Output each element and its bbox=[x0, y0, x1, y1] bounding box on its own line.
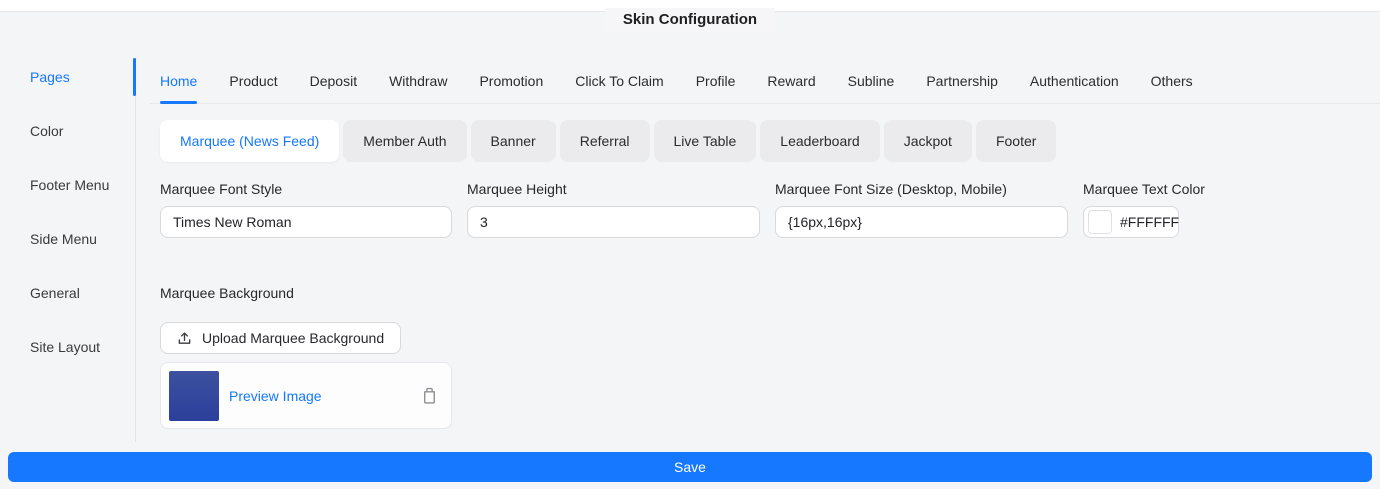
sidebar-item-general[interactable]: General bbox=[0, 266, 135, 320]
upload-icon bbox=[177, 331, 192, 346]
tab-profile[interactable]: Profile bbox=[696, 58, 736, 103]
preview-image-link[interactable]: Preview Image bbox=[229, 388, 322, 404]
tab-others[interactable]: Others bbox=[1151, 58, 1193, 103]
subtab-leaderboard[interactable]: Leaderboard bbox=[760, 120, 879, 162]
tab-partnership[interactable]: Partnership bbox=[926, 58, 998, 103]
upload-marquee-background-button[interactable]: Upload Marquee Background bbox=[160, 322, 401, 354]
marquee-height-input[interactable] bbox=[467, 206, 760, 238]
marquee-text-color-label: Marquee Text Color bbox=[1083, 180, 1205, 198]
marquee-background-section: Marquee Background Upload Marquee Backgr… bbox=[160, 284, 1380, 429]
tab-product[interactable]: Product bbox=[229, 58, 277, 103]
marquee-font-style-field: Marquee Font Style bbox=[160, 180, 452, 238]
marquee-font-style-label: Marquee Font Style bbox=[160, 180, 452, 198]
sidebar: Pages Color Footer Menu Side Menu Genera… bbox=[0, 50, 135, 374]
marquee-font-style-input[interactable] bbox=[160, 206, 452, 238]
main-content: Home Product Deposit Withdraw Promotion … bbox=[150, 58, 1380, 429]
tab-click-to-claim[interactable]: Click To Claim bbox=[575, 58, 663, 103]
sidebar-item-label: Footer Menu bbox=[30, 177, 109, 193]
trash-icon[interactable] bbox=[422, 387, 437, 404]
tab-promotion[interactable]: Promotion bbox=[479, 58, 543, 103]
marquee-text-color-field: Marquee Text Color #FFFFFF bbox=[1083, 180, 1205, 238]
tab-subline[interactable]: Subline bbox=[848, 58, 895, 103]
subtab-marquee-news-feed[interactable]: Marquee (News Feed) bbox=[160, 120, 339, 162]
subtab-jackpot[interactable]: Jackpot bbox=[884, 120, 972, 162]
sidebar-item-label: Color bbox=[30, 123, 63, 139]
subtab-banner[interactable]: Banner bbox=[471, 120, 556, 162]
sidebar-item-color[interactable]: Color bbox=[0, 104, 135, 158]
page-title: Skin Configuration bbox=[605, 8, 775, 32]
marquee-background-label: Marquee Background bbox=[160, 284, 1380, 302]
marquee-font-size-field: Marquee Font Size (Desktop, Mobile) bbox=[775, 180, 1068, 238]
sidebar-item-site-layout[interactable]: Site Layout bbox=[0, 320, 135, 374]
tab-withdraw[interactable]: Withdraw bbox=[389, 58, 447, 103]
subtab-footer[interactable]: Footer bbox=[976, 120, 1056, 162]
marquee-height-field: Marquee Height bbox=[467, 180, 760, 238]
sidebar-item-label: Site Layout bbox=[30, 339, 100, 355]
marquee-settings-row: Marquee Font Style Marquee Height Marque… bbox=[160, 180, 1380, 238]
tab-reward[interactable]: Reward bbox=[767, 58, 815, 103]
marquee-font-size-input[interactable] bbox=[775, 206, 1068, 238]
color-hex-value: #FFFFFF bbox=[1120, 214, 1179, 230]
sidebar-divider bbox=[135, 58, 136, 442]
marquee-height-label: Marquee Height bbox=[467, 180, 760, 198]
sidebar-item-side-menu[interactable]: Side Menu bbox=[0, 212, 135, 266]
upload-button-label: Upload Marquee Background bbox=[202, 330, 384, 346]
sidebar-item-footer-menu[interactable]: Footer Menu bbox=[0, 158, 135, 212]
subtab-referral[interactable]: Referral bbox=[560, 120, 650, 162]
marquee-font-size-label: Marquee Font Size (Desktop, Mobile) bbox=[775, 180, 1068, 198]
tab-deposit[interactable]: Deposit bbox=[310, 58, 357, 103]
subtab-live-table[interactable]: Live Table bbox=[654, 120, 757, 162]
tab-authentication[interactable]: Authentication bbox=[1030, 58, 1119, 103]
subtab-member-auth[interactable]: Member Auth bbox=[343, 120, 466, 162]
background-thumbnail bbox=[169, 371, 219, 421]
tab-home[interactable]: Home bbox=[160, 58, 197, 103]
color-swatch[interactable] bbox=[1088, 210, 1112, 234]
sidebar-item-label: Pages bbox=[30, 69, 70, 85]
sidebar-item-label: General bbox=[30, 285, 80, 301]
save-button[interactable]: Save bbox=[8, 452, 1372, 482]
marquee-text-color-picker[interactable]: #FFFFFF bbox=[1083, 206, 1179, 238]
sidebar-item-pages[interactable]: Pages bbox=[0, 50, 135, 104]
section-tab-bar: Marquee (News Feed) Member Auth Banner R… bbox=[160, 120, 1380, 162]
sidebar-item-label: Side Menu bbox=[30, 231, 97, 247]
page-tab-bar: Home Product Deposit Withdraw Promotion … bbox=[150, 58, 1380, 104]
preview-card: Preview Image bbox=[160, 362, 452, 429]
